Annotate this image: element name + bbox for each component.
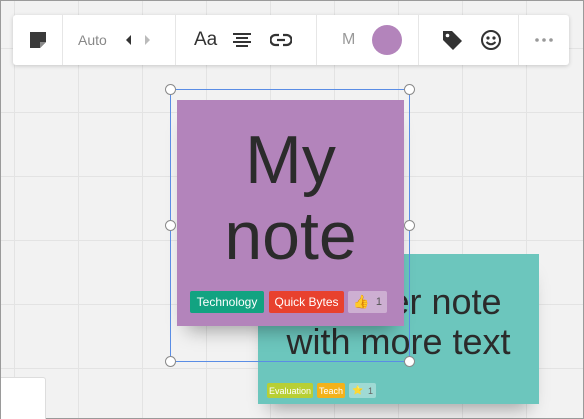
more-options-icon[interactable] xyxy=(535,38,553,42)
text-size-button[interactable]: M xyxy=(342,31,355,49)
resize-handle-bottom-left[interactable] xyxy=(165,356,176,367)
chevron-right-icon[interactable] xyxy=(143,34,151,46)
tag-quick-bytes[interactable]: Quick Bytes xyxy=(269,291,344,313)
size-mode-label[interactable]: Auto xyxy=(78,32,107,48)
note-text-line-2: with more text xyxy=(286,321,511,362)
reaction-badge[interactable]: 👍 1 xyxy=(348,291,387,313)
color-picker-button[interactable] xyxy=(372,25,403,55)
note-text-line-2: note xyxy=(224,198,357,274)
note-text-line-1: My xyxy=(245,122,336,198)
resize-handle-top-left[interactable] xyxy=(165,84,176,95)
font-button[interactable]: Aa xyxy=(194,29,217,51)
resize-handle-middle-left[interactable] xyxy=(165,220,176,231)
note-text: My note xyxy=(177,122,404,274)
thumbs-up-icon: 👍 xyxy=(353,294,370,309)
reaction-count: 1 xyxy=(367,385,373,396)
sticky-note-icon xyxy=(29,32,46,48)
tag-technology[interactable]: Technology xyxy=(190,291,264,313)
link-icon[interactable] xyxy=(270,33,293,47)
tag-icon[interactable] xyxy=(441,29,463,51)
tag-teach[interactable]: Teach xyxy=(317,383,345,398)
resize-handle-middle-right[interactable] xyxy=(404,220,415,231)
reaction-badge[interactable]: ⭐ 1 xyxy=(349,383,376,398)
note-toolbar: Auto Aa M xyxy=(13,15,569,65)
resize-handle-top-right[interactable] xyxy=(404,84,415,95)
resize-handle-bottom-right[interactable] xyxy=(404,356,415,367)
tag-evaluation[interactable]: Evaluation xyxy=(267,383,313,398)
chevron-left-icon[interactable] xyxy=(125,34,133,46)
bottom-left-panel xyxy=(1,377,46,419)
reaction-count: 1 xyxy=(375,296,382,308)
sticky-note-shape-button[interactable] xyxy=(29,31,47,49)
sticky-note-main[interactable]: My note Technology Quick Bytes 👍 1 xyxy=(177,100,404,326)
text-align-center-icon[interactable] xyxy=(232,32,252,48)
emoji-icon[interactable] xyxy=(480,29,502,51)
star-icon: ⭐ xyxy=(352,385,364,395)
